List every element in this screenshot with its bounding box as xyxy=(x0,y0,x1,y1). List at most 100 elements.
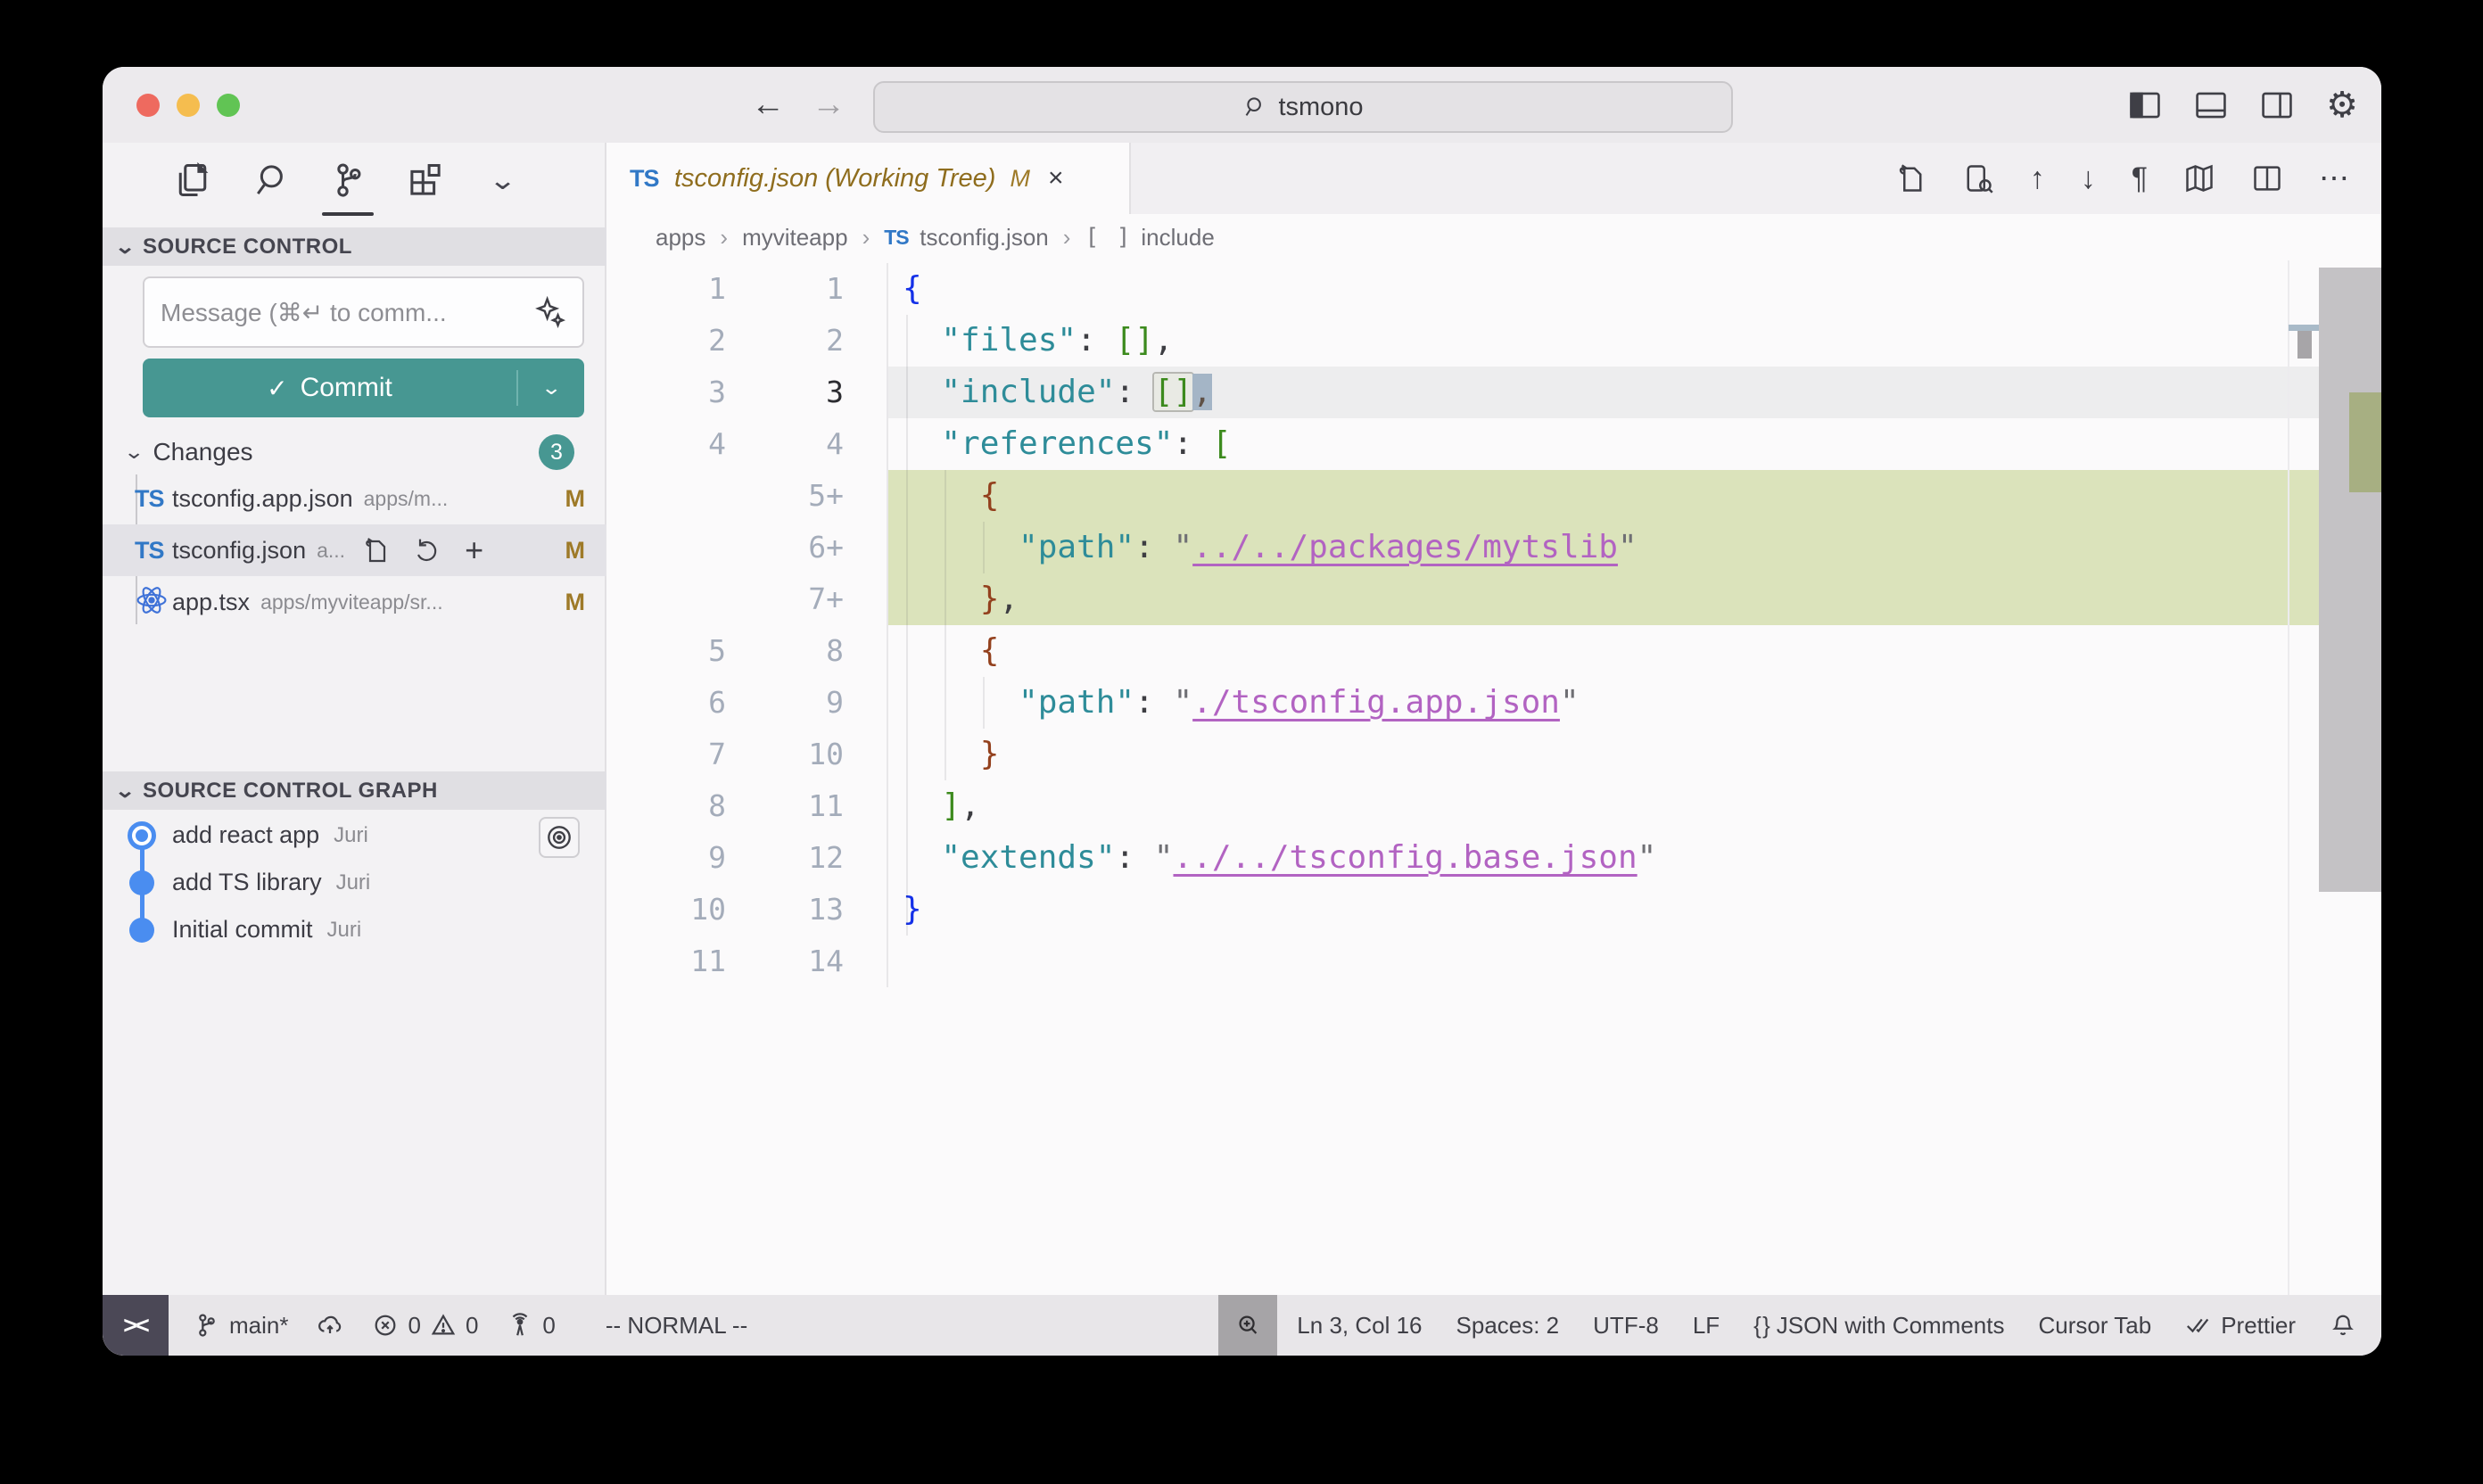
modified-line-number: 14 xyxy=(740,936,856,987)
eol-indicator[interactable]: LF xyxy=(1693,1312,1720,1340)
toggle-secondary-sidebar-icon[interactable] xyxy=(2260,88,2294,122)
code-line[interactable]: 58 { xyxy=(606,625,2319,677)
original-line-number: 4 xyxy=(606,418,740,470)
forward-icon[interactable]: → xyxy=(812,86,846,124)
previous-change-icon[interactable]: ↑ xyxy=(2030,163,2045,194)
goto-current-history-item-button[interactable] xyxy=(539,817,580,858)
open-file-icon[interactable] xyxy=(361,536,390,565)
source-control-graph-header[interactable]: ⌄ SOURCE CONTROL GRAPH xyxy=(103,771,606,810)
changed-file-row[interactable]: TStsconfig.jsona...+M xyxy=(103,524,606,576)
zoom-window-button[interactable] xyxy=(217,94,240,117)
scrollbar-thumb[interactable] xyxy=(2319,268,2381,892)
map-outline-icon[interactable] xyxy=(2183,162,2215,194)
indent-guide xyxy=(945,470,946,780)
commit-row[interactable]: Initial commitJuri xyxy=(103,906,606,953)
back-icon[interactable]: ← xyxy=(751,86,785,124)
close-tab-icon[interactable]: × xyxy=(1048,163,1064,194)
open-changes-icon[interactable] xyxy=(1894,162,1926,194)
code-line[interactable]: 710 } xyxy=(606,729,2319,780)
settings-gear-icon[interactable]: ⚙ xyxy=(2326,87,2358,123)
code-line[interactable]: 811 ], xyxy=(606,780,2319,832)
review-diff-icon[interactable] xyxy=(1962,162,1994,194)
commit-message-input[interactable]: Message (⌘↵ to comm... xyxy=(143,276,584,348)
code-text: } xyxy=(888,729,2319,780)
close-window-button[interactable] xyxy=(136,94,160,117)
changed-file-row[interactable]: app.tsxapps/myviteapp/sr...M xyxy=(103,576,606,628)
problems-indicator[interactable]: 0 0 xyxy=(372,1312,478,1340)
changes-section-header[interactable]: ⌄ Changes 3 xyxy=(103,433,606,472)
commit-dropdown-button[interactable]: ⌄ xyxy=(518,376,584,400)
zoom-indicator[interactable] xyxy=(1218,1295,1277,1356)
breadcrumb-item-myviteapp[interactable]: myviteapp xyxy=(742,224,848,251)
changed-file-row[interactable]: TStsconfig.app.jsonapps/m...M xyxy=(103,473,606,524)
code-line[interactable]: 33 "include": [], xyxy=(606,367,2319,418)
commit-button[interactable]: ✓ Commit ⌄ xyxy=(143,359,584,417)
code-line[interactable]: 44 "references": [ xyxy=(606,418,2319,470)
branch-indicator[interactable]: main* xyxy=(194,1312,288,1340)
modified-status-badge: M xyxy=(565,537,586,565)
original-line-number: 5 xyxy=(606,625,740,677)
code-line[interactable]: 1114 xyxy=(606,936,2319,987)
source-control-section-header[interactable]: ⌄ SOURCE CONTROL xyxy=(103,227,606,266)
commit-row[interactable]: add react appJuri xyxy=(103,812,606,859)
extensions-view-icon[interactable] xyxy=(400,155,450,205)
editor-toolbar: ↑ ↓ ¶ ⋯ xyxy=(1894,143,2349,214)
react-icon xyxy=(135,583,169,617)
minimize-window-button[interactable] xyxy=(177,94,200,117)
split-editor-icon[interactable] xyxy=(2251,162,2283,194)
ports-indicator[interactable]: 0 xyxy=(507,1312,555,1340)
diff-editor: 11{22 "files": [],33 "include": [],44 "r… xyxy=(606,260,2381,1295)
double-check-icon xyxy=(2185,1312,2212,1339)
language-mode-indicator[interactable]: { } JSON with Comments xyxy=(1753,1312,2004,1340)
discard-changes-icon[interactable] xyxy=(413,536,441,565)
command-center-search[interactable]: tsmono xyxy=(873,81,1733,133)
stage-changes-icon[interactable]: + xyxy=(465,534,483,566)
breadcrumb-item-apps[interactable]: apps xyxy=(656,224,705,251)
code-line[interactable]: 22 "files": [], xyxy=(606,315,2319,367)
vim-mode-indicator[interactable]: -- NORMAL -- xyxy=(606,1312,747,1340)
sparkle-ai-icon[interactable] xyxy=(534,296,566,328)
gutter-divider xyxy=(856,884,888,936)
breadcrumb-item-tsconfig[interactable]: TS tsconfig.json xyxy=(884,224,1049,251)
code-line[interactable]: 69 "path": "./tsconfig.app.json" xyxy=(606,677,2319,729)
code-line[interactable]: 5+ { xyxy=(606,470,2319,522)
tab-title: tsconfig.json (Working Tree) xyxy=(674,164,995,194)
code-line[interactable]: 11{ xyxy=(606,263,2319,315)
commit-row[interactable]: add TS libraryJuri xyxy=(103,859,606,906)
commit-graph-dot xyxy=(128,821,156,850)
explorer-icon[interactable] xyxy=(168,155,218,205)
notifications-bell-icon[interactable] xyxy=(2330,1312,2356,1339)
cursor-tab-indicator[interactable]: Cursor Tab xyxy=(2039,1312,2152,1340)
source-control-view-icon[interactable] xyxy=(323,155,373,205)
toggle-primary-sidebar-icon[interactable] xyxy=(2128,88,2162,122)
next-change-icon[interactable]: ↓ xyxy=(2081,163,2096,194)
modified-line-number: 5+ xyxy=(740,470,856,522)
more-actions-icon[interactable]: ⋯ xyxy=(2319,163,2349,194)
source-control-header-label: SOURCE CONTROL xyxy=(143,235,352,260)
minimap-viewport-marker xyxy=(2289,325,2319,331)
toggle-panel-icon[interactable] xyxy=(2194,88,2228,122)
search-view-icon[interactable] xyxy=(245,155,295,205)
code-line[interactable]: 1013} xyxy=(606,884,2319,936)
code-line[interactable]: 7+ }, xyxy=(606,573,2319,625)
original-line-number xyxy=(606,522,740,573)
formatter-indicator[interactable]: Prettier xyxy=(2185,1312,2296,1340)
encoding-indicator[interactable]: UTF-8 xyxy=(1593,1312,1659,1340)
indentation-indicator[interactable]: Spaces: 2 xyxy=(1456,1312,1560,1340)
additional-views-icon[interactable]: ⌄ xyxy=(478,155,528,205)
code-line[interactable]: 6+ "path": "../../packages/mytslib" xyxy=(606,522,2319,573)
file-name: app.tsx xyxy=(172,589,250,616)
remote-indicator[interactable]: >< xyxy=(103,1295,169,1356)
breadcrumb-separator: › xyxy=(862,224,870,251)
modified-status-badge: M xyxy=(565,485,586,513)
cursor-position-indicator[interactable]: Ln 3, Col 16 xyxy=(1297,1312,1422,1340)
publish-changes-button[interactable] xyxy=(317,1312,343,1339)
modified-line-number: 4 xyxy=(740,418,856,470)
modified-line-number: 13 xyxy=(740,884,856,936)
whitespace-toggle-icon[interactable]: ¶ xyxy=(2132,163,2148,194)
code-line[interactable]: 912 "extends": "../../tsconfig.base.json… xyxy=(606,832,2319,884)
tab-tsconfig-working-tree[interactable]: TS tsconfig.json (Working Tree) M × xyxy=(606,143,1131,214)
breadcrumb-item-include[interactable]: [ ] include xyxy=(1085,224,1214,251)
braces-icon: { } xyxy=(1753,1312,1768,1340)
remote-icon: >< xyxy=(123,1312,148,1340)
